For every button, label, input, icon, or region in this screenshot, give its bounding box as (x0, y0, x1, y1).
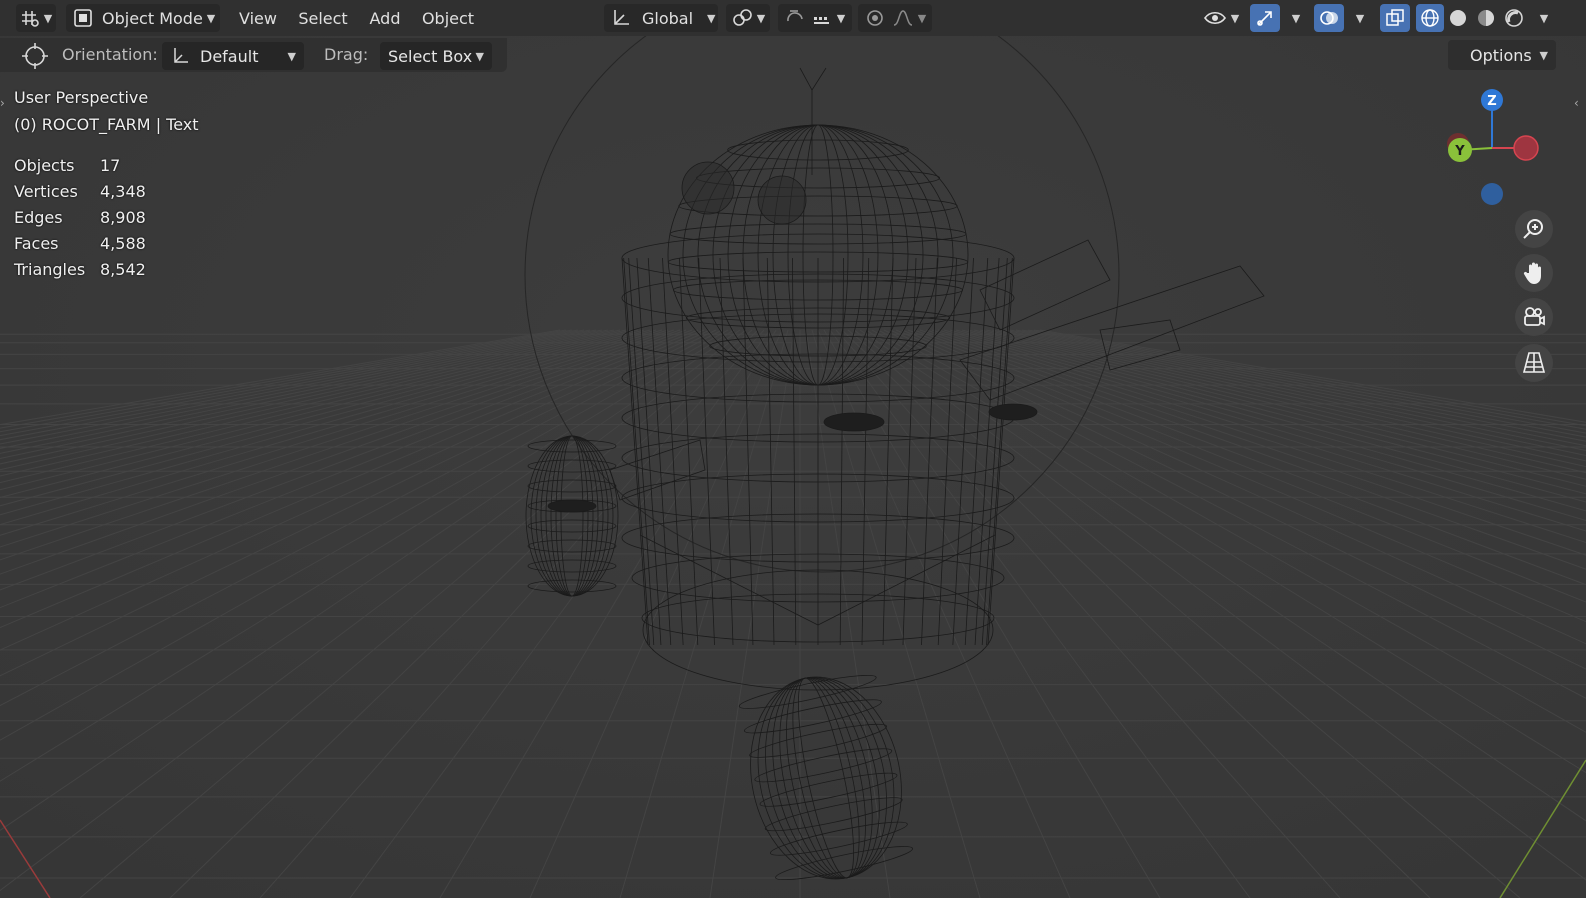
pivot-point-icon (731, 7, 753, 29)
view-name: User Perspective (14, 88, 149, 107)
pivot-point-button[interactable]: ▼ (726, 4, 770, 32)
drag-setting-label: Drag: (324, 45, 369, 64)
rendered-shading-icon (1503, 7, 1525, 29)
orientation-gizmo-icon (170, 46, 190, 66)
overlays-icon (1318, 7, 1340, 29)
wireframe-scene (0, 0, 1586, 898)
material-shading-button[interactable] (1472, 4, 1500, 32)
camera-view-button[interactable] (1515, 298, 1553, 336)
stat-edges: Edges 8,908 (14, 208, 146, 227)
3d-viewport[interactable]: ▼ Object Mode ▼ View Select Add Object G… (0, 0, 1586, 898)
material-shading-icon (1475, 7, 1497, 29)
solid-shading-icon (1447, 7, 1469, 29)
viewport-header: ▼ Object Mode ▼ View Select Add Object G… (0, 0, 1586, 36)
snap-button[interactable]: ▼ (778, 4, 852, 32)
wireframe-shading-button[interactable] (1416, 4, 1444, 32)
gizmo-toggle-button[interactable] (1250, 4, 1280, 32)
rendered-shading-button[interactable] (1500, 4, 1528, 32)
drag-dropdown[interactable]: Select Box ▼ (380, 42, 492, 70)
shading-options-button[interactable]: ▼ (1530, 4, 1554, 32)
x-axis-handle (1513, 135, 1539, 161)
editor-type-button[interactable]: ▼ (16, 4, 56, 32)
menu-view[interactable]: View (232, 4, 284, 32)
xray-icon (1384, 7, 1406, 29)
object-mode-icon (72, 7, 94, 29)
gizmo-options-button[interactable]: ▼ (1282, 4, 1306, 32)
orientation-dropdown[interactable]: Default ▼ (162, 42, 304, 70)
solid-shading-button[interactable] (1444, 4, 1472, 32)
sidebar-expand-arrow[interactable]: ‹ (1574, 96, 1579, 110)
orientation-setting-label: Orientation: (62, 45, 158, 64)
pan-hand-icon (1521, 260, 1547, 286)
overlays-options-button[interactable]: ▼ (1346, 4, 1370, 32)
menu-add[interactable]: Add (362, 4, 408, 32)
stat-objects: Objects 17 (14, 156, 121, 175)
visibility-button[interactable]: ▼ (1198, 4, 1244, 32)
transform-tool-icon[interactable] (18, 42, 52, 70)
editor-type-icon (20, 8, 40, 28)
proportional-editing-icon (864, 7, 886, 29)
proportional-editing-button[interactable]: ▼ (858, 4, 932, 32)
pan-button[interactable] (1515, 254, 1553, 292)
overlays-button[interactable] (1314, 4, 1344, 32)
snap-increment-icon (811, 7, 833, 29)
visibility-icon (1203, 7, 1227, 29)
orientation-label: Global (642, 8, 694, 28)
menu-object[interactable]: Object (416, 4, 480, 32)
options-dropdown[interactable]: Options ▼ (1448, 40, 1556, 70)
menu-select[interactable]: Select (292, 4, 354, 32)
scene-statistics: Objects 17 Vertices 4,348 Edges 8,908 Faces… (14, 156, 146, 286)
xray-button[interactable] (1380, 4, 1410, 32)
camera-icon (1521, 304, 1547, 330)
mode-dropdown[interactable]: Object Mode ▼ (66, 4, 220, 32)
mode-label: Object Mode (102, 8, 203, 28)
stat-vertices: Vertices 4,348 (14, 182, 146, 201)
drag-value: Select Box (388, 46, 473, 66)
navigation-gizmo[interactable]: Z Y (1440, 86, 1550, 212)
y-axis-label: Y (1454, 144, 1465, 159)
wireframe-shading-icon (1419, 7, 1441, 29)
grid-view-icon (1521, 350, 1547, 376)
falloff-curve-icon (892, 7, 914, 29)
neg-z-axis-handle (1481, 183, 1503, 205)
orientation-value: Default (200, 46, 259, 66)
object-info: (0) ROCOT_FARM | Text (14, 115, 199, 134)
transform-orientation-dropdown[interactable]: Global ▼ (604, 4, 718, 32)
z-axis-label: Z (1487, 94, 1496, 109)
zoom-button[interactable] (1515, 210, 1553, 248)
options-label: Options (1470, 45, 1532, 65)
zoom-icon (1521, 216, 1547, 242)
perspective-toggle-button[interactable] (1515, 344, 1553, 382)
toolbar-expand-arrow[interactable]: › (0, 96, 5, 110)
stat-faces: Faces 4,588 (14, 234, 146, 253)
gizmo-toggle-icon (1254, 7, 1276, 29)
stat-triangles: Triangles 8,542 (14, 260, 146, 279)
orientation-axes-icon (610, 7, 632, 29)
snap-icon (785, 7, 811, 29)
